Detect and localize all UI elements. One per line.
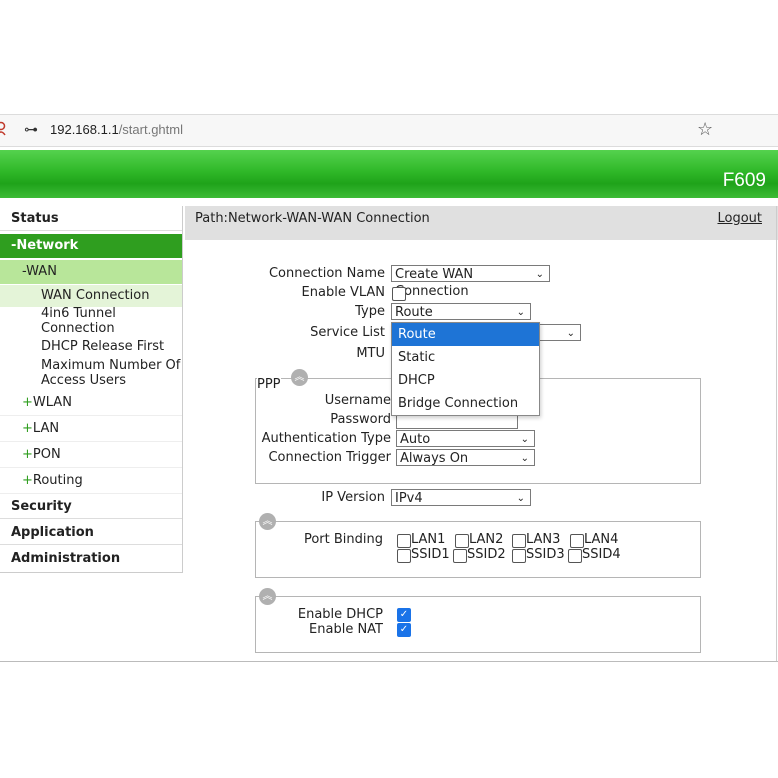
menu-dhcp-release-first[interactable]: DHCP Release First — [0, 339, 182, 354]
ssid1-label: SSID1 — [411, 547, 450, 562]
lan2-checkbox[interactable] — [455, 534, 469, 548]
type-option-route[interactable]: Route — [392, 323, 539, 346]
type-option-bridge-connection[interactable]: Bridge Connection — [392, 392, 539, 415]
menu-4in6-tunnel-line1: 4in6 Tunnel — [41, 306, 116, 321]
sidebar-menu: Status -Network -WAN WAN Connection 4in6… — [0, 206, 183, 573]
menu-wlan-label: WLAN — [32, 395, 72, 410]
ssid1-checkbox[interactable] — [397, 549, 411, 563]
type-select[interactable]: Route ⌄ — [391, 303, 531, 320]
auth-type-value: Auto — [400, 432, 431, 447]
lan3-label: LAN3 — [526, 532, 561, 547]
service-list-label: Service List — [310, 325, 385, 340]
enable-dhcp-checkbox[interactable]: ✓ — [397, 608, 411, 622]
type-dropdown-list[interactable]: Route Static DHCP Bridge Connection — [391, 322, 540, 416]
ssid2-label: SSID2 — [467, 547, 506, 562]
collapse-up-icon[interactable]: ︽ — [259, 513, 276, 530]
connection-name-label: Connection Name — [268, 266, 385, 281]
menu-network[interactable]: -Network — [0, 234, 182, 258]
menu-max-users-line1: Maximum Number Of — [41, 358, 181, 373]
chevron-down-icon: ⌄ — [520, 453, 529, 464]
lan4-checkbox[interactable] — [570, 534, 584, 548]
lan4-label: LAN4 — [584, 532, 619, 547]
ssid3-checkbox[interactable] — [512, 549, 526, 563]
menu-security[interactable]: Security — [0, 494, 182, 519]
connection-name-value: Create WAN Connection — [395, 267, 474, 299]
conn-trigger-select[interactable]: Always On ⌄ — [396, 449, 535, 466]
star-icon[interactable]: ☆ — [697, 119, 713, 140]
port-binding-label: Port Binding — [303, 532, 383, 547]
menu-routing-label: Routing — [32, 473, 83, 488]
menu-4in6-tunnel-line2: Connection — [41, 321, 115, 336]
site-info-icon[interactable] — [0, 121, 10, 137]
ip-version-select[interactable]: IPv4 ⌄ — [391, 489, 531, 506]
menu-pon[interactable]: +PON — [0, 442, 182, 468]
connection-name-select[interactable]: Create WAN Connection ⌄ — [391, 265, 550, 299]
lan2-label: LAN2 — [469, 532, 504, 547]
chevron-down-icon: ⌄ — [516, 493, 525, 504]
url-text[interactable]: 192.168.1.1/start.ghtml — [50, 122, 183, 137]
ssid2-checkbox[interactable] — [453, 549, 467, 563]
type-option-static[interactable]: Static — [392, 346, 539, 369]
mtu-label: MTU — [356, 346, 385, 361]
menu-max-access-users[interactable]: Maximum Number Of Access Users — [0, 358, 182, 388]
bottom-border — [0, 661, 778, 662]
menu-pon-label: PON — [32, 447, 61, 462]
enable-vlan-checkbox[interactable] — [392, 287, 406, 301]
menu-routing[interactable]: +Routing — [0, 468, 182, 494]
auth-type-select[interactable]: Auto ⌄ — [396, 430, 535, 447]
chevron-down-icon: ⌄ — [535, 269, 544, 280]
expand-plus-icon: + — [22, 395, 33, 410]
enable-vlan-label: Enable VLAN — [301, 285, 385, 300]
menu-4in6-tunnel[interactable]: 4in6 Tunnel Connection — [0, 306, 182, 336]
menu-application[interactable]: Application — [0, 520, 182, 545]
enable-nat-label: Enable NAT — [309, 622, 383, 637]
type-option-dhcp[interactable]: DHCP — [392, 369, 539, 392]
expand-plus-icon: + — [22, 447, 33, 462]
collapse-up-icon[interactable]: ︽ — [259, 588, 276, 605]
model-name: F609 — [722, 170, 766, 191]
expand-plus-icon: + — [22, 473, 33, 488]
collapse-up-icon[interactable]: ︽ — [291, 369, 308, 386]
lan3-checkbox[interactable] — [512, 534, 526, 548]
conn-trigger-label: Connection Trigger — [268, 450, 391, 465]
lan1-label: LAN1 — [411, 532, 446, 547]
ssid4-checkbox[interactable] — [568, 549, 582, 563]
type-label: Type — [355, 304, 385, 319]
ip-version-label: IP Version — [321, 490, 385, 505]
menu-status[interactable]: Status — [0, 206, 182, 231]
type-value: Route — [395, 305, 433, 320]
menu-wlan[interactable]: +WLAN — [0, 390, 182, 416]
key-icon[interactable]: ⊶ — [24, 122, 38, 138]
logout-link[interactable]: Logout — [717, 211, 762, 226]
password-label: Password — [330, 412, 391, 427]
chevron-down-icon: ⌄ — [520, 434, 529, 445]
chevron-down-icon: ⌄ — [566, 328, 575, 339]
menu-wan-connection[interactable]: WAN Connection — [0, 285, 182, 307]
menu-administration[interactable]: Administration — [0, 546, 182, 571]
conn-trigger-value: Always On — [400, 451, 469, 466]
browser-url-bar[interactable]: ⊶ 192.168.1.1/start.ghtml ☆ — [0, 114, 778, 147]
menu-max-users-line2: Access Users — [41, 373, 127, 388]
auth-type-label: Authentication Type — [261, 431, 391, 446]
header-banner: F609 — [0, 150, 778, 198]
ssid3-label: SSID3 — [526, 547, 565, 562]
right-border — [776, 206, 777, 662]
ssid4-label: SSID4 — [582, 547, 621, 562]
menu-wan[interactable]: -WAN — [0, 260, 182, 284]
enable-nat-checkbox[interactable]: ✓ — [397, 623, 411, 637]
username-label: Username — [324, 393, 391, 408]
lan1-checkbox[interactable] — [397, 534, 411, 548]
expand-plus-icon: + — [22, 421, 33, 436]
breadcrumb-bar: Path:Network-WAN-WAN Connection Logout — [185, 206, 778, 240]
menu-lan[interactable]: +LAN — [0, 416, 182, 442]
ip-version-value: IPv4 — [395, 491, 423, 506]
ppp-legend: PPP — [257, 377, 281, 392]
chevron-down-icon: ⌄ — [516, 307, 525, 318]
breadcrumb: Path:Network-WAN-WAN Connection — [195, 211, 430, 226]
menu-lan-label: LAN — [32, 421, 60, 436]
enable-dhcp-label: Enable DHCP — [297, 607, 383, 622]
